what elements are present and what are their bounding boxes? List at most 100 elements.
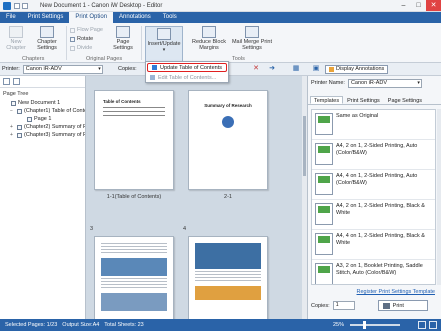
flow-page-icon: [70, 27, 75, 33]
page-thumbnail-toc[interactable]: Table of Contents: [94, 90, 174, 190]
page-label: 1-1(Table of Contents): [106, 194, 162, 200]
app-icon: [3, 1, 11, 10]
page-icon: [27, 116, 32, 122]
chevron-down-icon: ▾: [162, 47, 166, 53]
fit-width-icon[interactable]: [429, 321, 437, 329]
page-tree-title: Page Tree: [3, 91, 29, 97]
template-thumbnail: [315, 263, 333, 284]
divide-icon: [70, 45, 75, 51]
tree-item-page-1[interactable]: Page 1: [0, 115, 85, 123]
tree-item-chapter-1[interactable]: − (Chapter1) Table of Conte: [0, 107, 85, 115]
display-annotations-toggle[interactable]: Display Annotations: [325, 65, 389, 74]
tab-print-option[interactable]: Print Option: [69, 12, 114, 23]
status-bar: Selected Pages: 1/23 Output Size:A4 Tota…: [0, 319, 441, 331]
printer-select[interactable]: Canon iR-ADV ▾: [22, 64, 103, 74]
mail-merge-icon: [245, 26, 259, 38]
template-thumbnail: [315, 173, 333, 195]
tab-templates[interactable]: Templates: [310, 96, 344, 104]
zoom-slider-knob[interactable]: [362, 321, 366, 329]
update-toc-menu-item[interactable]: Update Table of Contents: [147, 63, 227, 72]
insert-update-button[interactable]: Insert/Update ▾: [145, 26, 183, 62]
chapter-settings-icon: [40, 26, 54, 38]
tab-print-settings[interactable]: Print Settings: [22, 12, 70, 23]
template-thumbnail: [315, 203, 333, 225]
ribbon: New Chapter Chapter Settings Chapters Fl…: [0, 23, 441, 63]
maximize-button[interactable]: □: [411, 0, 426, 11]
insert-update-icon: [157, 28, 171, 40]
save-icon[interactable]: [14, 2, 20, 9]
page-thumbnail-summary[interactable]: Summary of Research: [188, 90, 268, 190]
template-scrollbar[interactable]: [437, 109, 441, 285]
tab-file[interactable]: File: [0, 12, 22, 23]
logo: [222, 116, 234, 128]
minimize-button[interactable]: –: [396, 0, 411, 11]
template-item[interactable]: A4, 4 on 1, 2-Sided Printing, Black & Wh…: [312, 230, 435, 260]
mail-merge-button[interactable]: Mail Merge Print Settings: [231, 26, 273, 51]
page-settings-button[interactable]: Page Settings: [108, 26, 138, 51]
new-chapter-icon: [9, 26, 23, 38]
printer-label: Printer:: [2, 66, 20, 72]
register-template-link[interactable]: Register Print Settings Template: [357, 289, 435, 295]
printer-name-label: Printer Name:: [311, 80, 345, 86]
reduce-block-margins-button[interactable]: Reduce Block Margins: [190, 26, 228, 51]
template-thumbnail: [315, 113, 333, 135]
forward-icon[interactable]: ➜: [268, 65, 276, 73]
total-sheets: Total Sheets: 23: [104, 322, 144, 328]
group-label-chapters: Chapters: [22, 56, 45, 62]
template-item[interactable]: A4, 2 on 1, 2-Sided Printing, Auto (Colo…: [312, 140, 435, 170]
new-chapter-button[interactable]: New Chapter: [4, 26, 28, 51]
chevron-down-icon: ▾: [98, 65, 101, 72]
page-thumbnail-3[interactable]: [94, 236, 174, 319]
template-item[interactable]: A4, 2 on 1, 2-Sided Printing, Black & Wh…: [312, 200, 435, 230]
zoom-slider[interactable]: [350, 321, 400, 329]
rotate-icon: [70, 36, 75, 42]
printer-name-select[interactable]: Canon iR-ADV ▾: [347, 78, 422, 88]
tab-tools[interactable]: Tools: [157, 12, 183, 23]
edit-toc-menu-item[interactable]: Edit Table of Contents...: [146, 73, 228, 82]
divide-button[interactable]: Divide: [70, 45, 92, 51]
print-button[interactable]: Print: [377, 300, 428, 311]
rotate-button[interactable]: Rotate: [70, 36, 93, 42]
page-tree-pane: Page Tree New Document 1 − (Chapter1) Tab…: [0, 76, 86, 319]
output-size: Output Size:A4: [62, 322, 100, 328]
chapter-icon: [17, 132, 22, 138]
template-item[interactable]: A3, 2 on 1, Booklet Printing, Saddle Sti…: [312, 260, 435, 284]
update-icon: [152, 65, 157, 70]
ribbon-tabs: File Print Settings Print Option Annotat…: [0, 12, 441, 23]
annotation-icon: [329, 67, 334, 72]
document-icon: [11, 100, 16, 106]
view-mode-icon[interactable]: ▣: [312, 65, 320, 73]
undo-icon[interactable]: [22, 2, 28, 9]
selected-pages: Selected Pages: 1/23: [5, 322, 58, 328]
page-number: 3: [90, 226, 94, 232]
chapter-icon: [17, 124, 22, 130]
window-title: New Document 1 - Canon iW Desktop - Edit…: [40, 2, 163, 9]
chapter-settings-button[interactable]: Chapter Settings: [30, 26, 64, 51]
tab-print-settings-pane[interactable]: Print Settings: [343, 96, 384, 104]
expand-icon[interactable]: [3, 78, 10, 85]
fit-page-icon[interactable]: [418, 321, 426, 329]
page-label: 2-1: [224, 194, 232, 200]
quick-access-toolbar: [14, 2, 28, 9]
template-list: Same as Original A4, 2 on 1, 2-Sided Pri…: [311, 109, 436, 285]
copies-input[interactable]: 1: [332, 301, 355, 310]
tree-item-chapter-3[interactable]: + (Chapter3) Summary of R: [0, 131, 85, 139]
group-label-original-pages: Original Pages: [86, 56, 123, 62]
copies-label: Copies:: [118, 66, 137, 72]
zoom-level: 25%: [333, 322, 345, 328]
template-item[interactable]: Same as Original: [312, 110, 435, 140]
tree-item-chapter-2[interactable]: + (Chapter2) Summary of R: [0, 123, 85, 131]
collapse-icon[interactable]: [13, 78, 20, 85]
title-bar: New Document 1 - Canon iW Desktop - Edit…: [0, 0, 441, 12]
flow-page-button[interactable]: Flow Page: [70, 27, 103, 33]
page-number: 4: [183, 226, 187, 232]
page-view-icon[interactable]: ▦: [292, 65, 300, 73]
template-item[interactable]: A4, 4 on 1, 2-Sided Printing, Auto (Colo…: [312, 170, 435, 200]
close-button[interactable]: ✕: [426, 0, 441, 11]
tree-item-document[interactable]: New Document 1: [0, 99, 85, 107]
page-thumbnail-4[interactable]: [188, 236, 268, 319]
group-label-tools: Tools: [232, 56, 245, 62]
delete-icon[interactable]: ✕: [252, 65, 260, 73]
tab-annotations[interactable]: Annotations: [113, 12, 157, 23]
tab-page-settings[interactable]: Page Settings: [384, 96, 426, 104]
